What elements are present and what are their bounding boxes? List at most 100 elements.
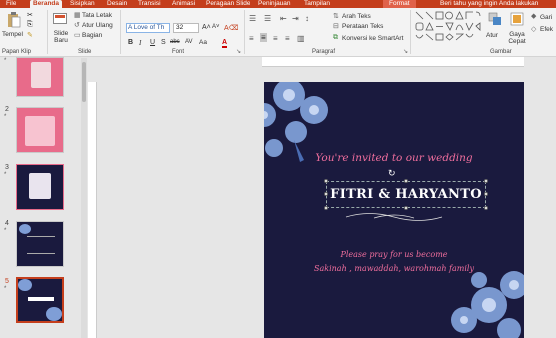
format-painter-icon[interactable]: ✎: [27, 31, 33, 39]
shape-effects-button[interactable]: Efek: [540, 26, 553, 33]
invitation-heading[interactable]: You're invited to our wedding: [264, 152, 524, 164]
tab-transisi[interactable]: Transisi: [138, 0, 161, 8]
ornament-divider: [345, 213, 443, 221]
resize-handle[interactable]: [484, 206, 488, 210]
tab-animasi[interactable]: Animasi: [172, 0, 195, 8]
separator: [47, 10, 48, 54]
smartart-icon[interactable]: ⧉: [333, 34, 338, 42]
arrange-icon[interactable]: [488, 12, 502, 26]
align-text-button[interactable]: Perataan Teks: [342, 23, 383, 30]
convert-smartart-button[interactable]: Konversi ke SmartArt: [342, 35, 403, 42]
resize-handle[interactable]: [404, 179, 408, 183]
font-color-button[interactable]: A: [222, 39, 228, 48]
font-dialog-launcher-icon[interactable]: ↘: [236, 48, 241, 55]
decrease-indent-icon[interactable]: ⇤: [280, 14, 287, 23]
group-label-slides: Slide: [78, 49, 92, 55]
new-slide-button[interactable]: Slide Baru: [50, 30, 72, 44]
prayer-line[interactable]: Please pray for us become: [264, 250, 524, 259]
quick-styles-icon[interactable]: [510, 12, 524, 26]
slide-thumbnail-2[interactable]: [16, 107, 64, 153]
layout-button[interactable]: Tata Letak: [82, 12, 112, 19]
font-name-box[interactable]: A Love of Th: [126, 23, 170, 33]
bullets-icon[interactable]: ☰: [249, 14, 256, 23]
bold-button[interactable]: B: [128, 39, 133, 46]
paste-button[interactable]: Tempel: [2, 31, 23, 38]
thumbnail-number: 2: [5, 106, 9, 113]
thumbnail-star: *: [4, 228, 7, 234]
quick-styles-button[interactable]: Gaya Cepat: [506, 31, 528, 45]
new-slide-icon[interactable]: [53, 13, 67, 25]
grow-font-icon[interactable]: A˄: [202, 24, 211, 31]
resize-handle[interactable]: [324, 206, 328, 210]
justify-icon[interactable]: ≡: [285, 34, 290, 43]
italic-button[interactable]: I: [139, 39, 141, 47]
separator: [410, 10, 411, 54]
blessing-line[interactable]: Sakinah , mawaddah, warohmah family: [264, 264, 524, 273]
reset-button[interactable]: Atur Ulang: [82, 22, 113, 29]
couple-names-textbox[interactable]: FITRI & HARYANTO: [326, 181, 486, 208]
shape-fill-icon[interactable]: ◆: [531, 12, 536, 20]
section-icon[interactable]: ▭: [74, 31, 81, 39]
numbering-icon[interactable]: ☰: [264, 14, 271, 23]
thumbnail-text: [28, 297, 54, 301]
tab-sisipkan[interactable]: Sisipkan: [70, 0, 95, 8]
resize-handle[interactable]: [324, 192, 328, 196]
align-right-icon[interactable]: ≡: [273, 34, 278, 43]
tab-peragaan-slide[interactable]: Peragaan Slide: [206, 0, 250, 8]
increase-indent-icon[interactable]: ⇥: [292, 14, 299, 23]
resize-handle[interactable]: [484, 179, 488, 183]
slide-thumbnail-5[interactable]: [16, 277, 64, 323]
editor-scrollbar[interactable]: [545, 57, 556, 338]
horizontal-ruler[interactable]: [262, 57, 524, 67]
clear-format-icon[interactable]: A⌫: [224, 24, 239, 32]
shapes-gallery-icon[interactable]: [414, 10, 482, 44]
thumbnail-flower: [46, 307, 62, 321]
strikethrough-button[interactable]: abc: [170, 39, 180, 45]
resize-handle[interactable]: [484, 192, 488, 196]
thumbnail-flower: [19, 224, 31, 234]
group-label-clipboard: Papan Klip: [2, 49, 32, 55]
align-center-icon[interactable]: ≡: [260, 33, 267, 42]
tab-beranda[interactable]: Beranda: [30, 0, 63, 8]
align-left-icon[interactable]: ≡: [249, 34, 254, 43]
char-spacing-button[interactable]: AV: [185, 39, 193, 45]
shadow-button[interactable]: S: [161, 39, 166, 46]
text-direction-icon[interactable]: ⇅: [333, 12, 339, 20]
underline-button[interactable]: U: [150, 39, 155, 46]
rotate-handle-icon[interactable]: ↻: [388, 168, 396, 179]
tab-peninjauan[interactable]: Peninjauan: [258, 0, 291, 8]
cut-icon[interactable]: ✂: [27, 11, 33, 19]
change-case-button[interactable]: Aa: [199, 39, 207, 46]
tab-format[interactable]: Format: [383, 0, 416, 8]
tab-file[interactable]: File: [6, 0, 16, 8]
tell-me-box[interactable]: Beri tahu yang ingin Anda lakukan: [440, 0, 538, 8]
shape-effects-icon[interactable]: ◇: [531, 25, 536, 33]
resize-handle[interactable]: [324, 179, 328, 183]
tab-tampilan[interactable]: Tampilan: [304, 0, 330, 8]
reset-icon[interactable]: ↺: [74, 21, 80, 29]
align-text-icon[interactable]: ⊟: [333, 22, 339, 30]
text-direction-button[interactable]: Arah Teks: [342, 13, 371, 20]
slide-thumbnail-3[interactable]: [16, 164, 64, 210]
layout-icon[interactable]: ▦: [74, 11, 81, 19]
line-spacing-icon[interactable]: ↕: [305, 14, 309, 23]
slide-thumbnail-1[interactable]: [16, 57, 64, 97]
tab-desain[interactable]: Desain: [107, 0, 127, 8]
section-button[interactable]: Bagian: [82, 32, 102, 39]
shape-outline-button[interactable]: Gari: [540, 14, 552, 21]
columns-icon[interactable]: ▥: [297, 34, 305, 43]
slide-canvas[interactable]: You're invited to our wedding ↻ FITRI & …: [264, 82, 524, 338]
thumbnail-number: 3: [5, 164, 9, 171]
arrange-button[interactable]: Atur: [486, 32, 498, 39]
vertical-ruler[interactable]: [88, 82, 97, 338]
slide-thumbnail-4[interactable]: [16, 221, 64, 267]
flower-corner-top-left: [264, 82, 328, 162]
paste-icon[interactable]: [7, 12, 21, 28]
copy-icon[interactable]: ⎘: [27, 21, 33, 29]
thumbnail-card: [25, 116, 55, 146]
shrink-font-icon[interactable]: A˅: [212, 24, 220, 30]
thumbnail-scrollbar-thumb[interactable]: [82, 62, 86, 102]
font-size-box[interactable]: 32: [173, 23, 199, 33]
paragraph-dialog-launcher-icon[interactable]: ↘: [403, 48, 408, 55]
thumbnail-star: *: [4, 58, 7, 64]
